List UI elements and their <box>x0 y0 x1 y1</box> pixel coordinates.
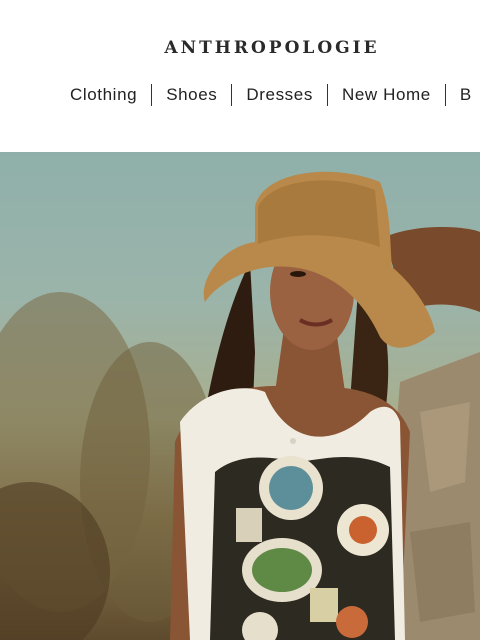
nav-divider <box>231 84 233 106</box>
hero-image[interactable] <box>0 152 480 640</box>
brand-logo[interactable]: ANTHROPOLOGIE <box>0 38 480 58</box>
category-nav: Clothing Shoes Dresses New Home B <box>70 84 472 106</box>
nav-divider <box>444 84 446 106</box>
nav-divider <box>326 84 328 106</box>
nav-item-clothing[interactable]: Clothing <box>70 85 137 105</box>
nav-item-truncated[interactable]: B <box>460 85 472 105</box>
site-header: ANTHROPOLOGIE Clothing Shoes Dresses New… <box>0 0 480 152</box>
nav-divider <box>151 84 153 106</box>
nav-item-new-home[interactable]: New Home <box>342 85 431 105</box>
nav-item-dresses[interactable]: Dresses <box>246 85 313 105</box>
nav-item-shoes[interactable]: Shoes <box>166 85 217 105</box>
hero-photo-illustration <box>0 171 480 640</box>
